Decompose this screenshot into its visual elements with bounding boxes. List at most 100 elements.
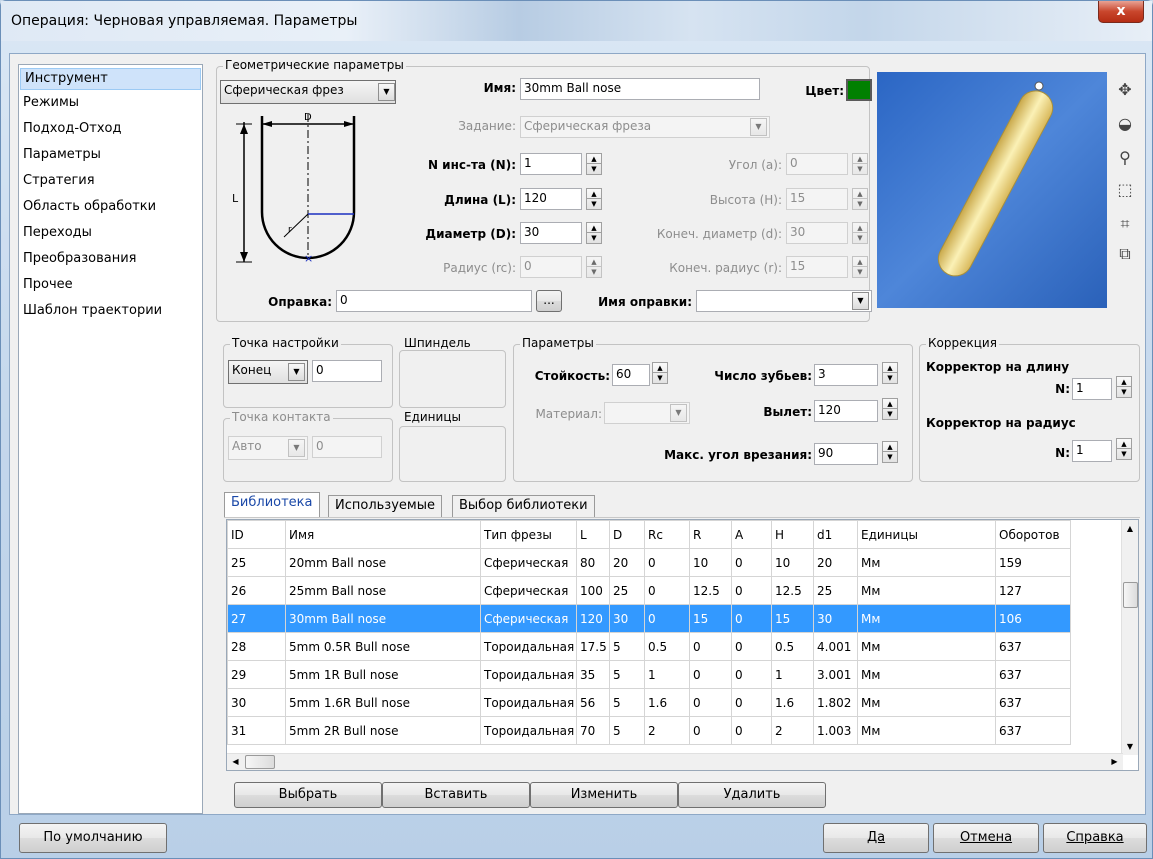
table-cell: 25 [609, 576, 645, 605]
nav-item-5[interactable]: Область обработки [19, 194, 202, 220]
radius-corrector-input[interactable]: 1 [1072, 440, 1112, 462]
tab-library-select[interactable]: Выбор библиотеки [452, 495, 595, 517]
durability-stepper[interactable]: ▲ ▼ [652, 362, 668, 384]
chevron-down-icon[interactable]: ▼ [378, 83, 395, 101]
length-input[interactable]: 120 [520, 188, 582, 210]
column-header[interactable]: Rc [644, 520, 690, 549]
tab-used[interactable]: Используемые [328, 495, 442, 517]
edit-button[interactable]: Изменить [530, 782, 678, 808]
horizontal-scrollbar[interactable]: ◀ ▶ [227, 753, 1123, 770]
delete-button[interactable]: Удалить [678, 782, 826, 808]
scroll-up-icon[interactable]: ▲ [1122, 520, 1138, 537]
nav-item-7[interactable]: Преобразования [19, 246, 202, 272]
diagram-r-label: r [288, 225, 292, 235]
tool-type-dropdown[interactable]: Сферическая фрез [220, 80, 396, 104]
overhang-input[interactable]: 120 [814, 400, 878, 422]
insert-button[interactable]: Вставить [382, 782, 530, 808]
length-corrector-input[interactable]: 1 [1072, 378, 1112, 400]
durability-label: Стойкость: [534, 369, 610, 383]
scroll-right-icon[interactable]: ▶ [1106, 754, 1123, 770]
overhang-stepper[interactable]: ▲ ▼ [882, 398, 898, 420]
radius-corrector-value: 1 [1076, 443, 1084, 457]
column-header[interactable]: Тип фрезы [480, 520, 577, 549]
close-button[interactable]: x [1098, 1, 1144, 23]
setup-point-num[interactable]: 0 [312, 360, 382, 382]
chevron-down-icon[interactable]: ▼ [852, 292, 869, 310]
column-header[interactable]: ID [227, 520, 286, 549]
color-swatch[interactable] [846, 79, 872, 101]
holder-browse-button[interactable]: ... [536, 290, 562, 312]
table-row[interactable]: 25 20mm Ball nose Сферическая 80 20 0 10 0 10 20 М… [227, 548, 1071, 577]
max-angle-input[interactable]: 90 [814, 443, 878, 465]
nav-item-8[interactable]: Прочее [19, 272, 202, 298]
scroll-down-icon[interactable]: ▼ [1122, 738, 1138, 755]
diameter-value: 30 [524, 225, 540, 239]
rotate-icon[interactable]: ◒ [1114, 114, 1136, 136]
holder-input[interactable]: 0 [336, 290, 532, 312]
nav-item-2[interactable]: Подход-Отход [19, 116, 202, 142]
max-angle-stepper[interactable]: ▲ ▼ [882, 441, 898, 463]
column-header[interactable]: A [731, 520, 772, 549]
length-corrector-stepper[interactable]: ▲ ▼ [1116, 376, 1132, 398]
column-header[interactable]: d1 [813, 520, 858, 549]
table-cell: 1.6 [771, 688, 814, 717]
help-button[interactable]: Справка [1043, 823, 1147, 853]
nav-item-3[interactable]: Параметры [19, 142, 202, 168]
units-box [399, 426, 506, 482]
durability-input[interactable]: 60 [612, 364, 650, 386]
nav-item-6[interactable]: Переходы [19, 220, 202, 246]
length-corrector-value: 1 [1076, 381, 1084, 395]
table-cell: 70 [576, 716, 610, 745]
name-input[interactable]: 30mm Ball nose [520, 78, 760, 100]
select-button[interactable]: Выбрать [234, 782, 382, 808]
angle-input: 0 [786, 153, 848, 175]
table-row[interactable]: 27 30mm Ball nose Сферическая 120 30 0 15 0 15 30… [227, 604, 1071, 633]
column-header[interactable]: L [576, 520, 610, 549]
table-cell: 20 [609, 548, 645, 577]
zoom-icon[interactable]: ⚲ [1114, 148, 1136, 170]
radius-corrector-stepper[interactable]: ▲ ▼ [1116, 438, 1132, 460]
ok-button[interactable]: Да [823, 823, 929, 853]
chevron-down-icon[interactable]: ▼ [288, 363, 305, 381]
scroll-left-icon[interactable]: ◀ [227, 754, 244, 770]
column-header[interactable]: D [609, 520, 645, 549]
vertical-scroll-thumb[interactable] [1123, 582, 1138, 608]
column-header[interactable]: R [689, 520, 732, 549]
table-cell: 120 [576, 604, 610, 633]
vertical-scrollbar[interactable]: ▲ ▼ [1121, 520, 1138, 755]
zoom-window-icon[interactable]: ⬚ [1114, 180, 1136, 202]
column-header[interactable]: Оборотов [995, 520, 1071, 549]
nav-item-4[interactable]: Стратегия [19, 168, 202, 194]
teeth-stepper[interactable]: ▲ ▼ [882, 362, 898, 384]
column-header[interactable]: H [771, 520, 814, 549]
table-row[interactable]: 28 5mm 0.5R Bull nose Тороидальная 17.5 5 0.5… [227, 632, 1071, 661]
default-button[interactable]: По умолчанию [19, 823, 167, 853]
table-cell: 30 [813, 604, 858, 633]
fit-icon[interactable]: ⌗ [1114, 214, 1136, 236]
table-row[interactable]: 30 5mm 1.6R Bull nose Тороидальная 56 5 1.6 0 0… [227, 688, 1071, 717]
view-cube-icon[interactable]: ⧉ [1114, 244, 1136, 266]
cancel-button[interactable]: Отмена [933, 823, 1039, 853]
diameter-input[interactable]: 30 [520, 222, 582, 244]
table-row[interactable]: 29 5mm 1R Bull nose Тороидальная 35 5 1 0 0 1 3.0… [227, 660, 1071, 689]
column-header[interactable]: Имя [285, 520, 481, 549]
n-stepper[interactable]: ▲ ▼ [586, 153, 602, 175]
holder-name-dropdown[interactable] [696, 290, 872, 312]
nav-item-0[interactable]: Инструмент [20, 68, 201, 90]
n-input[interactable]: 1 [520, 153, 582, 175]
tab-library[interactable]: Библиотека [224, 492, 320, 518]
tool-3d-preview[interactable] [877, 72, 1107, 308]
tool-model-image [937, 81, 1054, 277]
pan-icon[interactable]: ✥ [1114, 80, 1136, 102]
spindle-box [399, 350, 506, 408]
nav-item-9[interactable]: Шаблон траектории [19, 298, 202, 324]
horizontal-scroll-thumb[interactable] [245, 755, 275, 769]
nav-item-1[interactable]: Режимы [19, 90, 202, 116]
table-cell: 1 [644, 660, 690, 689]
length-stepper[interactable]: ▲ ▼ [586, 188, 602, 210]
diameter-stepper[interactable]: ▲ ▼ [586, 222, 602, 244]
table-row[interactable]: 31 5mm 2R Bull nose Тороидальная 70 5 2 0 0 2 1.0… [227, 716, 1071, 745]
teeth-input[interactable]: 3 [814, 364, 878, 386]
column-header[interactable]: Единицы [857, 520, 996, 549]
table-row[interactable]: 26 25mm Ball nose Сферическая 100 25 0 12.5 0 12… [227, 576, 1071, 605]
